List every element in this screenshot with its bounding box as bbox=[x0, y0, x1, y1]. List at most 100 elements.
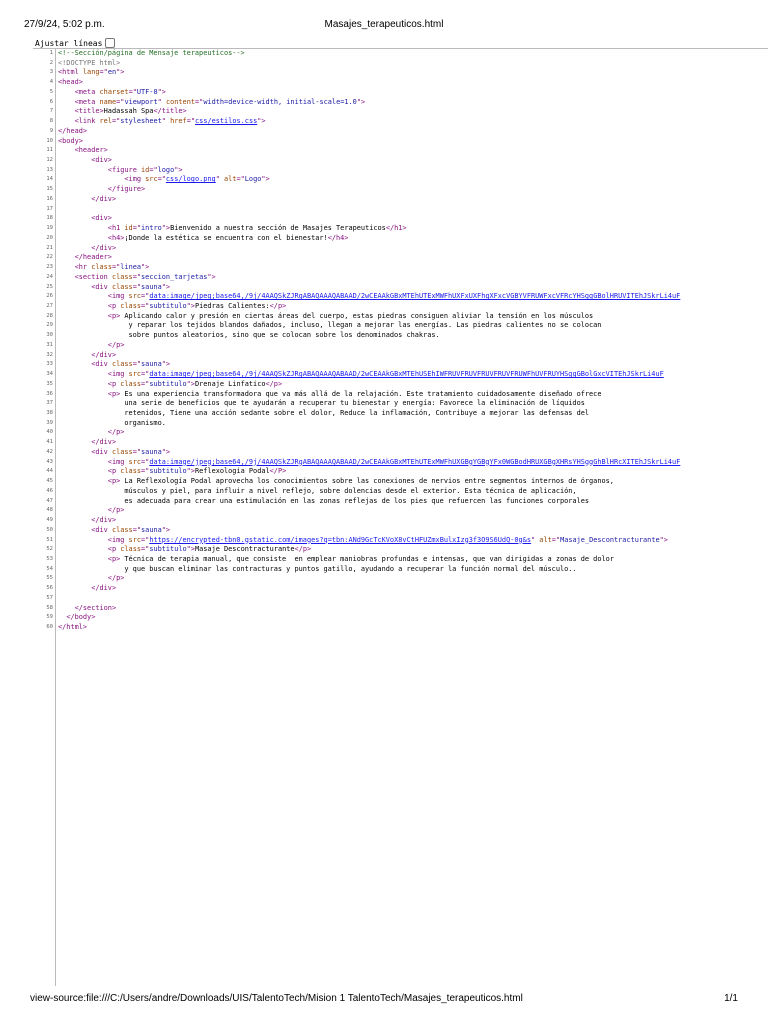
tag-token: </title> bbox=[153, 107, 187, 116]
line-number: 25 bbox=[46, 283, 53, 290]
attr-value-token: sauna bbox=[141, 360, 162, 369]
tag-token: <body> bbox=[58, 136, 83, 145]
text-token: Bienvenido a nuestra sección de Masajes … bbox=[170, 224, 386, 233]
tag-token: =" bbox=[99, 68, 108, 77]
line-content: <p> Técnica de terapia manual, que consi… bbox=[58, 555, 614, 565]
tag-token: "> bbox=[161, 282, 171, 291]
attr-name-token: class bbox=[120, 467, 141, 476]
attr-value-token: stylesheet bbox=[120, 117, 162, 126]
line-content: </body> bbox=[58, 613, 95, 623]
text-token: Hadassah Spa bbox=[103, 107, 154, 116]
attr-name-token: class bbox=[111, 282, 133, 291]
line-number: 26 bbox=[46, 293, 53, 300]
line-content: <!DOCTYPE html> bbox=[58, 59, 120, 69]
line-content: </p> bbox=[58, 428, 125, 438]
tag-token: <img bbox=[107, 370, 129, 379]
tag-token: <img bbox=[107, 535, 129, 544]
line-content: </section> bbox=[58, 604, 117, 614]
tag-token: "> bbox=[157, 87, 166, 96]
attr-value-token: UTF-8 bbox=[136, 87, 158, 96]
tag-token: </p> bbox=[107, 340, 125, 349]
line-content: </header> bbox=[58, 253, 112, 263]
line-number: 35 bbox=[46, 380, 53, 387]
line-number: 51 bbox=[46, 536, 53, 543]
tag-token: <meta bbox=[74, 87, 100, 96]
attr-name-token: class bbox=[120, 379, 141, 388]
tag-token: =" bbox=[132, 525, 142, 534]
line-number: 38 bbox=[46, 410, 53, 416]
line-number: 6 bbox=[49, 98, 53, 105]
text-token: una serie de beneficios que te ayudarán … bbox=[58, 399, 585, 408]
text-token: Piedras Calientes: bbox=[194, 301, 270, 310]
tag-token: <div bbox=[91, 360, 112, 369]
link-token[interactable]: css/logo.png bbox=[166, 175, 216, 183]
wrap-lines-checkbox[interactable] bbox=[105, 38, 116, 48]
attr-name-token: alt bbox=[224, 175, 237, 184]
line-number: 48 bbox=[46, 507, 53, 514]
attr-value-token: intro bbox=[141, 224, 162, 233]
tag-token: "> bbox=[186, 379, 195, 388]
line-number: 19 bbox=[46, 225, 53, 232]
tag-token: =" bbox=[132, 447, 142, 456]
attr-name-token: name bbox=[99, 97, 117, 106]
tag-token: "> bbox=[186, 467, 195, 476]
line-number: 53 bbox=[46, 555, 53, 562]
attr-name-token: class bbox=[111, 360, 133, 369]
print-footer: view-source:file:///C:/Users/andre/Downl… bbox=[30, 993, 738, 1004]
attr-name-token: charset bbox=[99, 87, 129, 96]
line-number: 42 bbox=[46, 448, 53, 455]
link-token[interactable]: https://encrypted-tbn0.gstatic.com/image… bbox=[149, 536, 531, 544]
line-content: </p> bbox=[58, 340, 125, 351]
link-token[interactable]: data:image/jpeg;base64,/9j/4AAQSkZJRgABA… bbox=[149, 370, 663, 378]
line-number: 20 bbox=[46, 234, 53, 241]
tag-token: =" bbox=[551, 535, 561, 544]
line-content: <div class="sauna"> bbox=[58, 448, 170, 458]
link-token[interactable]: data:image/jpeg;base64,/9j/4AAQSkZJRgABA… bbox=[149, 292, 680, 300]
line-number: 18 bbox=[46, 215, 53, 222]
link-token[interactable]: css/estilos.css bbox=[195, 117, 257, 125]
tag-token: "> bbox=[659, 535, 668, 544]
line-content: </p> bbox=[58, 506, 125, 516]
attr-value-token: subtitulo bbox=[149, 467, 187, 476]
line-content: <p> La Reflexología Podal aprovecha los … bbox=[58, 477, 614, 487]
line-content: <section class="seccion_tarjetas"> bbox=[58, 273, 216, 283]
line-content: <p> Es una experiencia transformadora qu… bbox=[58, 389, 602, 400]
attr-name-token: alt bbox=[539, 535, 552, 544]
print-header: 27/9/24, 5:02 p.m. Masajes_terapeuticos.… bbox=[24, 19, 744, 33]
line-content: <html lang="en"> bbox=[58, 68, 124, 78]
line-content: <div class="sauna"> bbox=[58, 526, 170, 536]
tag-token: <img bbox=[107, 292, 129, 301]
attr-name-token: class bbox=[120, 301, 141, 310]
line-content: <div class="sauna"> bbox=[58, 283, 170, 293]
wrap-lines-toggle[interactable]: Ajustar líneas bbox=[35, 38, 116, 48]
tag-token: </p> bbox=[107, 428, 125, 437]
link-token[interactable]: data:image/jpeg;base64,/9j/4AAQSkZJRgABA… bbox=[149, 458, 680, 466]
line-content: <div> bbox=[58, 214, 112, 224]
line-number: 55 bbox=[46, 575, 53, 582]
attr-name-token: class bbox=[111, 525, 133, 534]
tag-token: <link bbox=[74, 117, 100, 126]
line-number: 4 bbox=[49, 79, 53, 86]
tag-token: <p> bbox=[107, 389, 121, 398]
attr-name-token: src bbox=[128, 292, 141, 301]
text-token: y reparar los tejidos blandos dañados, i… bbox=[58, 321, 602, 330]
tag-token: <header> bbox=[74, 146, 108, 155]
wrap-lines-label: Ajustar líneas bbox=[35, 38, 103, 48]
tag-token: </head> bbox=[58, 126, 88, 135]
tag-token: </figure> bbox=[107, 185, 146, 194]
tag-token: =" bbox=[157, 175, 166, 184]
line-content: <img src="data:image/jpeg;base64,/9j/4AA… bbox=[58, 370, 664, 380]
